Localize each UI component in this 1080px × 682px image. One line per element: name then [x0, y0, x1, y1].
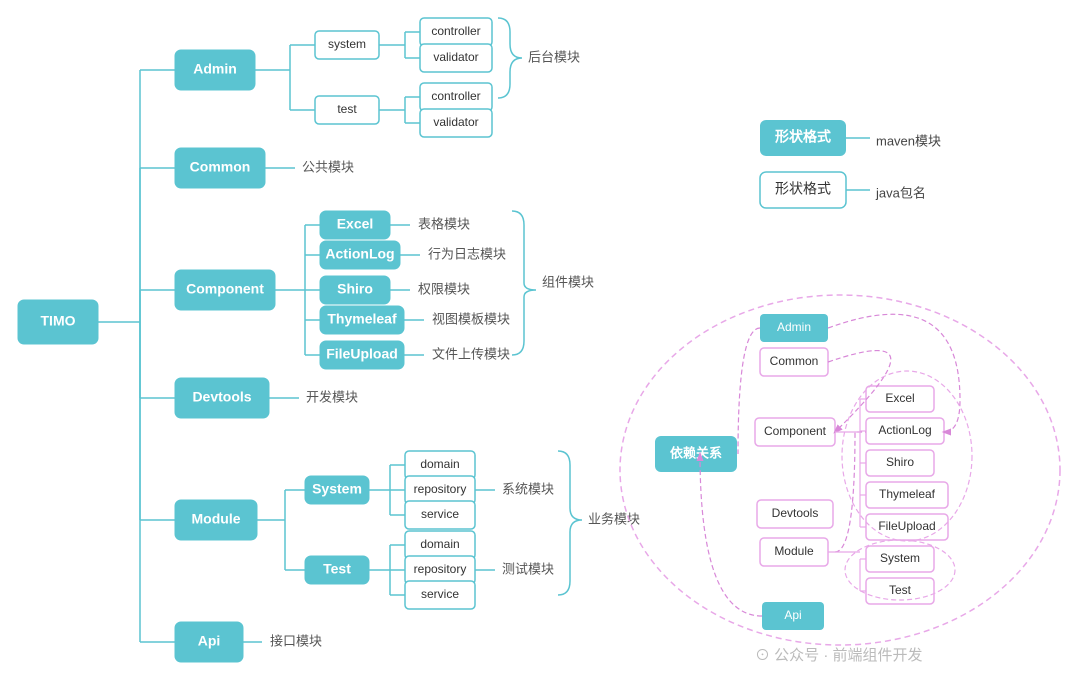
api-label: Api [198, 633, 221, 649]
svg-text:ActionLog: ActionLog [325, 246, 394, 262]
fileupload-label: 文件上传模块 [432, 346, 510, 361]
svg-text:validator: validator [433, 115, 478, 129]
svg-text:Shiro: Shiro [337, 281, 373, 297]
component-label: Component [186, 281, 264, 297]
svg-text:Devtools: Devtools [772, 506, 819, 520]
svg-text:System: System [312, 481, 362, 497]
legend-filled-desc: maven模块 [876, 133, 941, 148]
actionlog-label: 行为日志模块 [428, 246, 506, 261]
svg-text:controller: controller [431, 24, 480, 38]
svg-text:System: System [880, 551, 920, 565]
dep-arrow-api [700, 454, 762, 616]
component-module-label: 组件模块 [542, 274, 594, 289]
svg-text:Test: Test [889, 583, 912, 597]
svg-text:Excel: Excel [885, 391, 914, 405]
svg-text:service: service [421, 587, 459, 601]
svg-text:Common: Common [770, 354, 819, 368]
svg-text:Test: Test [323, 561, 351, 577]
api-module-label: 接口模块 [270, 633, 322, 648]
legend-filled-text: 形状格式 [775, 129, 831, 145]
timo-label: TIMO [41, 313, 76, 329]
svg-text:domain: domain [420, 537, 459, 551]
admin-system-label: system [328, 37, 366, 51]
dep-arrow-module-comp [835, 432, 866, 552]
svg-text:Shiro: Shiro [886, 455, 914, 469]
module-biz-label: 业务模块 [588, 511, 640, 526]
watermark: ⊙ 公众号 · 前端组件开发 [755, 647, 923, 664]
shiro-label: 权限模块 [418, 281, 470, 296]
svg-text:Api: Api [784, 608, 801, 622]
module-label: Module [192, 511, 241, 527]
svg-text:Admin: Admin [777, 320, 811, 334]
system-module-label: 系统模块 [502, 481, 554, 496]
svg-text:repository: repository [414, 482, 467, 496]
legend-outline-desc: java包名 [875, 185, 926, 200]
admin-module-label: 后台模块 [528, 49, 580, 64]
svg-text:validator: validator [433, 50, 478, 64]
svg-text:FileUpload: FileUpload [878, 519, 935, 533]
thymeleaf-label: 视图模板模块 [432, 311, 510, 326]
svg-text:domain: domain [420, 457, 459, 471]
excel-label: 表格模块 [418, 216, 470, 231]
svg-text:Thymeleaf: Thymeleaf [879, 487, 936, 501]
devtools-module-label: 开发模块 [306, 389, 358, 404]
devtools-label: Devtools [192, 389, 251, 405]
test-module-label: 测试模块 [502, 561, 554, 576]
common-label: Common [190, 159, 251, 175]
admin-label: Admin [193, 61, 237, 77]
svg-text:Module: Module [774, 544, 814, 558]
svg-text:repository: repository [414, 562, 467, 576]
svg-text:controller: controller [431, 89, 480, 103]
svg-text:ActionLog: ActionLog [878, 423, 931, 437]
dep-arrow-admin-comp [828, 314, 960, 432]
svg-text:test: test [337, 102, 357, 116]
diagram-container: TIMO Admin system controller validator 后… [0, 0, 1080, 682]
svg-text:Thymeleaf: Thymeleaf [327, 311, 397, 327]
legend-outline-text: 形状格式 [775, 181, 831, 197]
svg-text:service: service [421, 507, 459, 521]
svg-text:Excel: Excel [337, 216, 374, 232]
svg-text:Component: Component [764, 424, 827, 438]
common-module-label: 公共模块 [302, 159, 354, 174]
svg-text:FileUpload: FileUpload [326, 346, 398, 362]
dep-title-label: 依赖关系 [670, 445, 722, 460]
